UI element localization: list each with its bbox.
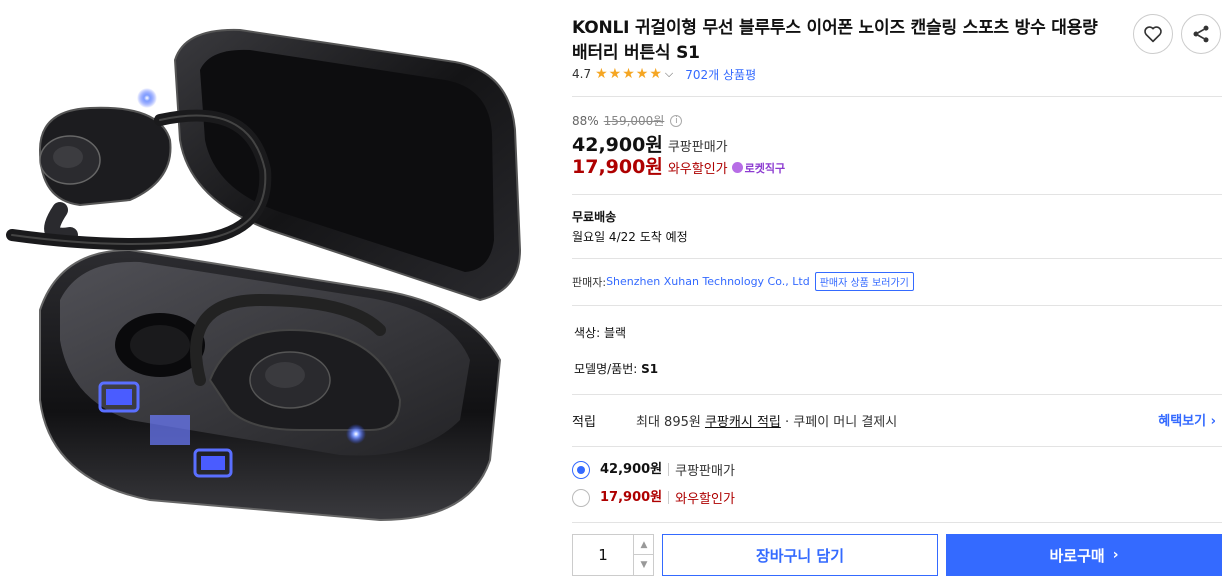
product-title: KONLI 귀걸이형 무선 블루투스 이어폰 노이즈 캔슬링 스포츠 방수 대용… xyxy=(572,18,1098,63)
divider xyxy=(572,446,1222,447)
rating-row: 4.7 ★ ★ ★ ★ ★ ⌵ 702개 상품평 xyxy=(572,65,756,83)
rocket-badge-label: 로켓직구 xyxy=(744,161,786,175)
price-option-label: 쿠팡판매가 xyxy=(675,464,735,479)
buy-now-button[interactable]: 바로구매 › xyxy=(946,534,1222,576)
shipping-eta: 월요일 4/22 도착 예정 xyxy=(572,230,688,244)
seller-name-link[interactable]: Shenzhen Xuhan Technology Co., Ltd xyxy=(606,275,810,288)
cash-reward-row: 적립 최대 895원 쿠팡캐시 적립 · 쿠페이 머니 결제시 혜택보기 › xyxy=(572,410,1222,430)
divider xyxy=(572,194,1222,195)
wow-price-row: 17,900원 와우할인가 로켓직구 xyxy=(572,152,785,179)
shipping-title: 무료배송 xyxy=(572,210,617,224)
quantity-increase-button[interactable]: ▲ xyxy=(633,535,654,555)
color-option: 색상: 블랙 xyxy=(574,324,626,341)
add-to-cart-label: 장바구니 담기 xyxy=(755,546,845,565)
color-value: 블랙 xyxy=(603,326,627,340)
chevron-right-icon: › xyxy=(1112,547,1119,563)
model-value: S1 xyxy=(641,362,659,376)
wow-price-label: 와우할인가 xyxy=(667,162,728,177)
price-option-price: 17,900원 xyxy=(600,491,670,504)
earbuds-case-image xyxy=(6,28,522,522)
share-icon xyxy=(1193,25,1209,43)
add-to-cart-button[interactable]: 장바구니 담기 xyxy=(662,534,938,576)
divider xyxy=(572,258,1222,259)
star-icon: ★ xyxy=(608,66,622,82)
price-option-label: 와우할인가 xyxy=(675,492,735,507)
product-info-panel: KONLI 귀걸이형 무선 블루투스 이어폰 노이즈 캔슬링 스포츠 방수 대용… xyxy=(572,0,1222,584)
price-option-wow[interactable]: 17,900원 와우할인가 xyxy=(572,488,735,507)
buy-now-label: 바로구매 xyxy=(1049,546,1105,565)
chevron-down-icon[interactable]: ⌵ xyxy=(665,67,673,81)
wishlist-button[interactable] xyxy=(1133,14,1173,54)
discount-rate: 88% xyxy=(572,113,599,128)
wow-price: 17,900원 xyxy=(572,156,663,178)
radio-button[interactable] xyxy=(572,460,590,479)
color-label: 색상: xyxy=(574,326,604,340)
cash-suffix: · 쿠페이 머니 결제시 xyxy=(780,414,898,430)
cash-text: 최대 895원 쿠팡캐시 적립 · 쿠페이 머니 결제시 xyxy=(636,411,897,430)
model-label: 모델명/품번: xyxy=(574,362,642,376)
star-icon: ★ xyxy=(595,66,608,82)
divider xyxy=(572,305,1222,306)
divider xyxy=(572,394,1222,395)
rating-stars[interactable]: ★ ★ ★ ★ ★ xyxy=(595,67,662,81)
product-image xyxy=(0,0,560,584)
divider xyxy=(572,522,1222,523)
rocket-direct-badge: 로켓직구 xyxy=(731,160,786,176)
radio-button[interactable] xyxy=(572,488,590,507)
model-option: 모델명/품번: S1 xyxy=(574,360,658,377)
chevron-down-icon: ▼ xyxy=(640,560,648,570)
chevron-up-icon: ▲ xyxy=(640,539,648,550)
rating-score: 4.7 xyxy=(572,67,592,81)
star-icon: ★ xyxy=(649,66,662,82)
quantity-input[interactable] xyxy=(573,535,633,575)
divider xyxy=(572,96,1222,97)
cash-label: 적립 xyxy=(572,414,596,430)
share-button[interactable] xyxy=(1181,14,1221,54)
seller-row: 판매자: Shenzhen Xuhan Technology Co., Ltd … xyxy=(572,272,914,291)
heart-icon xyxy=(1144,26,1162,43)
benefit-link[interactable]: 혜택보기 › xyxy=(1158,410,1216,429)
seller-products-button[interactable]: 판매자 상품 보러가기 xyxy=(814,272,914,291)
original-price: 159,000원 xyxy=(603,114,665,128)
review-count-link[interactable]: 702개 상품평 xyxy=(685,66,756,83)
seller-label: 판매자: xyxy=(572,275,607,289)
cash-prefix: 최대 895원 xyxy=(636,414,705,430)
discount-row: 88% 159,000원 i xyxy=(572,112,683,129)
rocket-icon xyxy=(731,162,743,173)
quantity-stepper: ▲ ▼ xyxy=(572,534,654,576)
star-icon: ★ xyxy=(622,66,635,82)
info-icon[interactable]: i xyxy=(670,114,683,127)
star-icon: ★ xyxy=(635,66,649,82)
coupang-cash-link[interactable]: 쿠팡캐시 적립 xyxy=(705,415,781,430)
quantity-decrease-button[interactable]: ▼ xyxy=(633,555,654,575)
price-option-price: 42,900원 xyxy=(600,463,670,476)
price-option-coupang[interactable]: 42,900원 쿠팡판매가 xyxy=(572,460,735,479)
